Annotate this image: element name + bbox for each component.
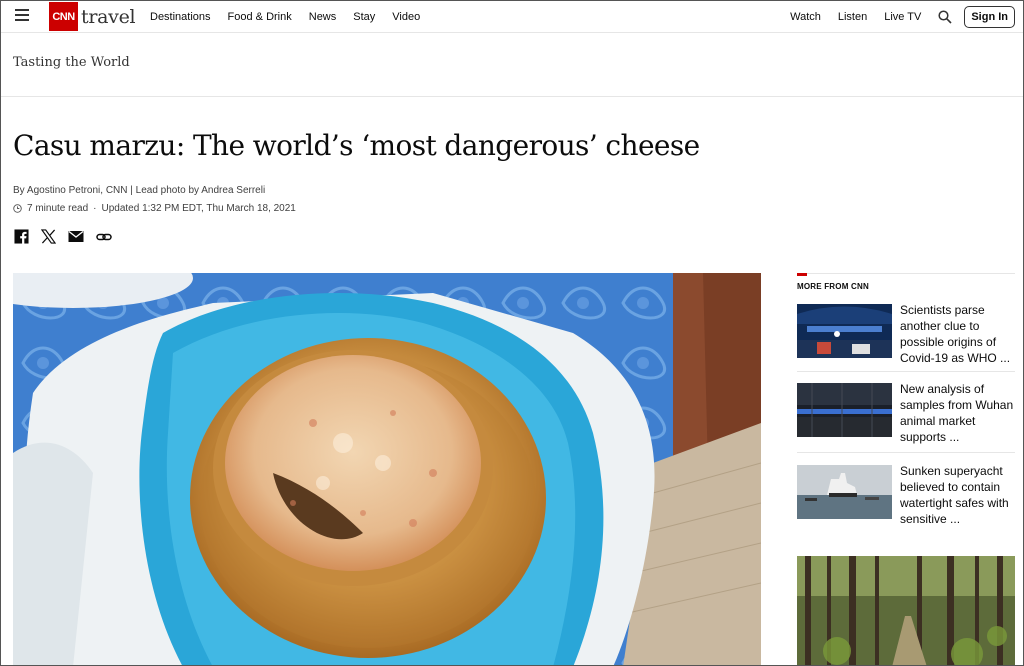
- browser-viewport: CNN travel Destinations Food & Drink New…: [0, 0, 1024, 666]
- x-icon[interactable]: [41, 229, 56, 244]
- article-headline: Casu marzu: The world’s ‘most dangerous’…: [13, 129, 700, 162]
- more-from-cnn-rule: [797, 273, 1015, 276]
- section-bar: Tasting the World: [1, 33, 1023, 97]
- section-title[interactable]: Tasting the World: [13, 55, 130, 70]
- meta-separator: ·: [93, 203, 97, 214]
- related-story-card[interactable]: Sunken superyacht believed to contain wa…: [797, 464, 1015, 526]
- story-headline[interactable]: Scientists parse another clue to possibl…: [900, 302, 1018, 366]
- nav-stay[interactable]: Stay: [353, 11, 375, 23]
- story-headline[interactable]: New analysis of samples from Wuhan anima…: [900, 381, 1018, 445]
- card-divider: [797, 452, 1015, 453]
- cnn-travel-logo[interactable]: CNN travel: [49, 2, 136, 31]
- accent-bar: [797, 273, 807, 276]
- related-story-card[interactable]: New analysis of samples from Wuhan anima…: [797, 382, 1015, 444]
- share-bar: [14, 229, 124, 244]
- email-icon[interactable]: [68, 230, 84, 243]
- story-thumbnail[interactable]: [797, 383, 892, 437]
- nav-food-drink[interactable]: Food & Drink: [228, 11, 292, 23]
- travel-logo-word: travel: [81, 5, 136, 28]
- sign-in-button[interactable]: Sign In: [964, 5, 1015, 28]
- updated-timestamp: Updated 1:32 PM EDT, Thu March 18, 2021: [101, 203, 296, 214]
- menu-icon[interactable]: [15, 9, 29, 21]
- promo-image[interactable]: [797, 556, 1015, 665]
- read-time: 7 minute read: [27, 203, 89, 214]
- related-story-card[interactable]: Scientists parse another clue to possibl…: [797, 303, 1015, 365]
- cnn-logo-mark: CNN: [49, 2, 78, 31]
- nav-listen[interactable]: Listen: [838, 11, 867, 23]
- article-meta: 7 minute read · Updated 1:32 PM EDT, Thu…: [13, 203, 296, 214]
- search-icon[interactable]: [938, 9, 952, 24]
- facebook-icon[interactable]: [14, 229, 29, 244]
- more-from-cnn-title: MORE FROM CNN: [797, 282, 869, 291]
- story-headline[interactable]: Sunken superyacht believed to contain wa…: [900, 463, 1018, 527]
- top-navigation: CNN travel Destinations Food & Drink New…: [1, 1, 1023, 33]
- nav-destinations[interactable]: Destinations: [150, 11, 211, 23]
- clock-icon: [13, 204, 22, 213]
- article-byline: By Agostino Petroni, CNN | Lead photo by…: [13, 185, 266, 196]
- card-divider: [797, 371, 1015, 372]
- link-icon[interactable]: [96, 231, 112, 243]
- nav-watch[interactable]: Watch: [790, 11, 821, 23]
- story-thumbnail[interactable]: [797, 304, 892, 358]
- lead-photo: [13, 273, 761, 665]
- story-thumbnail[interactable]: [797, 465, 892, 519]
- nav-video[interactable]: Video: [392, 11, 420, 23]
- nav-news[interactable]: News: [309, 11, 337, 23]
- nav-live-tv[interactable]: Live TV: [884, 11, 921, 23]
- main-nav: Destinations Food & Drink News Stay Vide…: [150, 1, 437, 32]
- utility-nav: Watch Listen Live TV Sign In: [790, 1, 1023, 32]
